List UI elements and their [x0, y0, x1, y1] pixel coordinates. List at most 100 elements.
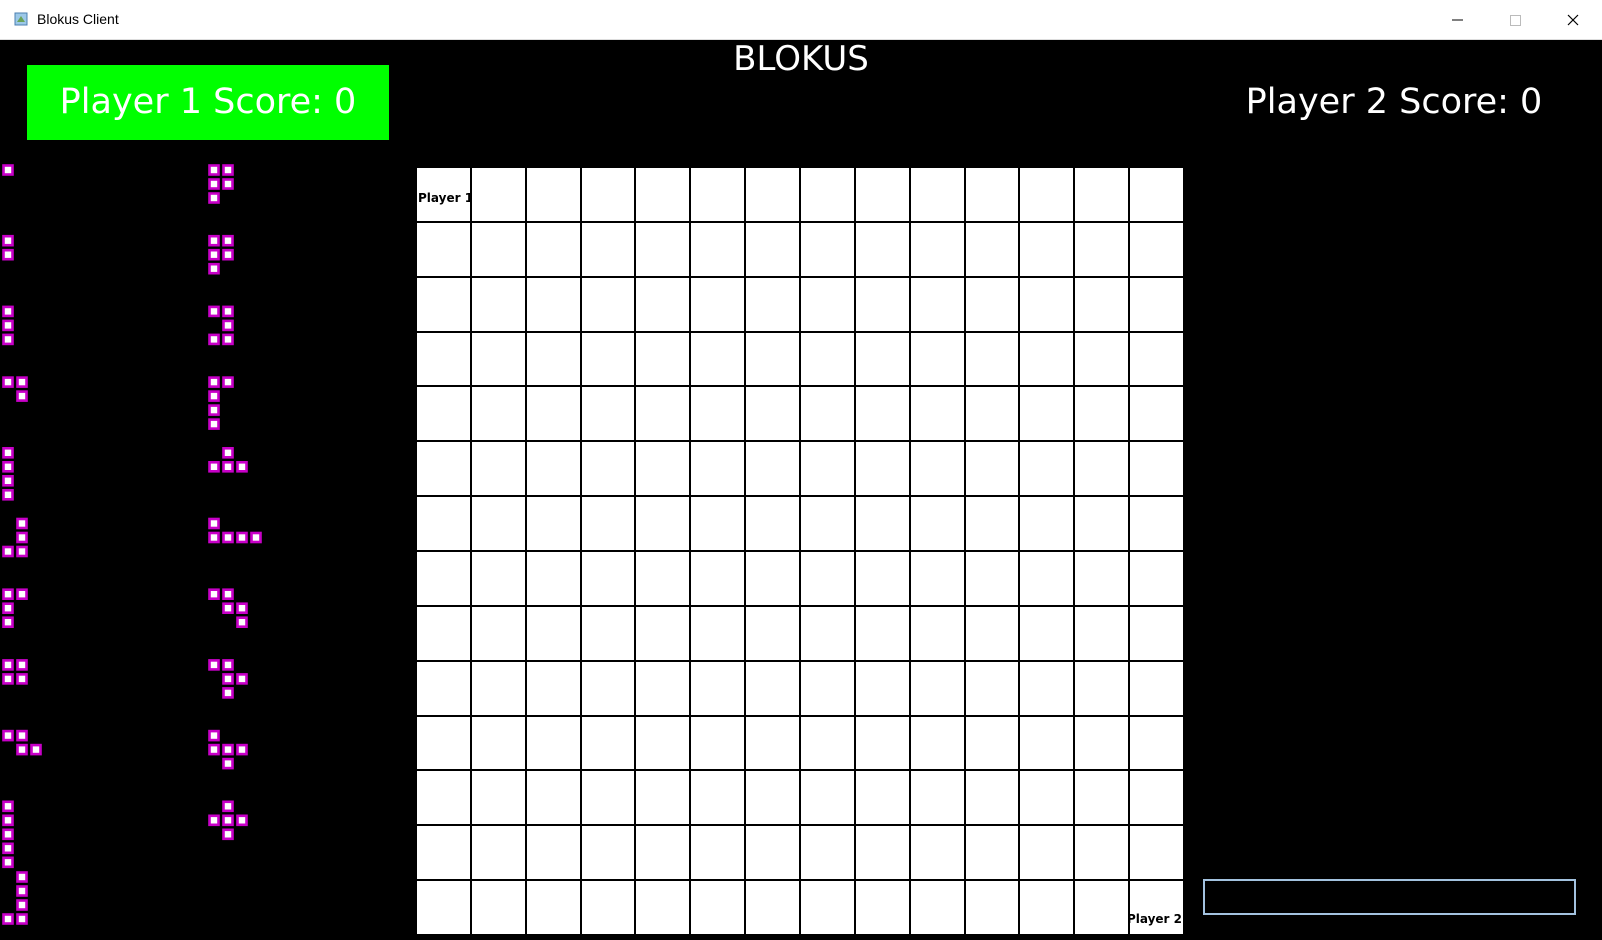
board-cell[interactable] [636, 552, 690, 605]
piece-square[interactable] [236, 814, 248, 827]
piece-square[interactable] [2, 319, 14, 332]
board-cell[interactable] [1020, 771, 1074, 825]
board-cell[interactable] [636, 881, 690, 934]
piece-square[interactable] [16, 376, 28, 388]
piece[interactable] [208, 164, 234, 204]
board-cell[interactable] [526, 826, 580, 880]
board-cell[interactable] [1020, 497, 1074, 550]
board-cell[interactable] [636, 661, 690, 715]
piece[interactable] [208, 800, 248, 841]
board-cell[interactable] [691, 881, 745, 934]
piece-square[interactable] [236, 531, 248, 544]
board-cell[interactable] [581, 277, 635, 331]
piece[interactable] [2, 376, 28, 402]
board-cell[interactable] [691, 552, 745, 605]
piece-square[interactable] [208, 376, 220, 388]
piece-square[interactable] [208, 814, 220, 827]
board-cell[interactable] [471, 387, 525, 441]
board-cell[interactable] [910, 497, 964, 550]
board-cell[interactable] [691, 826, 745, 880]
piece-square[interactable] [2, 164, 14, 176]
board-cell[interactable] [965, 661, 1019, 715]
board-cell[interactable] [1075, 661, 1129, 715]
board-cell[interactable] [1130, 222, 1183, 276]
board-cell[interactable] [801, 606, 854, 660]
board-cell[interactable] [417, 661, 470, 715]
board-cell[interactable] [746, 552, 799, 605]
board-cell[interactable] [417, 826, 470, 880]
piece-square[interactable] [222, 687, 234, 699]
piece-square[interactable] [16, 673, 28, 685]
board-cell[interactable] [526, 222, 580, 276]
piece-square[interactable] [208, 460, 220, 473]
board-cell[interactable] [746, 771, 799, 825]
board-cell[interactable] [910, 826, 964, 880]
board-cell[interactable] [526, 497, 580, 550]
board-cell[interactable] [801, 881, 854, 934]
board-cell[interactable] [746, 661, 799, 715]
board-cell[interactable] [801, 222, 854, 276]
board-cell[interactable] [471, 881, 525, 934]
piece-square[interactable] [2, 234, 14, 247]
board-cell[interactable] [965, 606, 1019, 660]
piece-square[interactable] [2, 305, 14, 318]
piece-square[interactable] [16, 390, 28, 402]
board-cell[interactable] [1020, 168, 1074, 221]
board-cell[interactable] [855, 771, 909, 825]
board-cell[interactable] [636, 497, 690, 550]
board-cell[interactable] [526, 661, 580, 715]
piece-square[interactable] [16, 899, 28, 911]
piece-square[interactable] [16, 913, 28, 925]
board-cell[interactable] [417, 222, 470, 276]
board-cell[interactable] [417, 606, 470, 660]
board-cell[interactable] [1075, 442, 1129, 496]
piece-square[interactable] [222, 178, 234, 190]
piece-square[interactable] [222, 743, 234, 756]
piece-square[interactable] [236, 602, 248, 615]
board-cell[interactable] [417, 442, 470, 496]
board-cell[interactable] [691, 332, 745, 386]
board-cell[interactable] [636, 606, 690, 660]
board-cell[interactable] [801, 716, 854, 770]
board-cell[interactable] [636, 168, 690, 221]
board-cell[interactable] [636, 222, 690, 276]
board-cell[interactable] [471, 442, 525, 496]
board-cell[interactable] [691, 442, 745, 496]
board-cell[interactable] [855, 277, 909, 331]
board-cell[interactable] [855, 497, 909, 550]
board-cell[interactable] [636, 771, 690, 825]
board-cell[interactable] [855, 168, 909, 221]
board-cell[interactable] [1130, 168, 1183, 221]
piece[interactable] [2, 446, 14, 501]
piece-square[interactable] [2, 333, 14, 346]
piece-square[interactable] [222, 673, 234, 685]
board-cell[interactable] [801, 771, 854, 825]
board-cell[interactable] [526, 168, 580, 221]
piece-square[interactable] [2, 673, 14, 685]
board-cell[interactable] [1075, 497, 1129, 550]
board-cell[interactable] [746, 497, 799, 550]
minimize-button[interactable] [1428, 0, 1486, 40]
board-cell[interactable] [1075, 716, 1129, 770]
piece-square[interactable] [208, 588, 220, 601]
piece-square[interactable] [236, 616, 248, 629]
board-cell[interactable] [801, 552, 854, 605]
piece-square[interactable] [2, 659, 14, 671]
piece-square[interactable] [208, 404, 220, 416]
piece-square[interactable] [30, 743, 42, 756]
board-cell[interactable] [417, 716, 470, 770]
board-cell[interactable] [855, 716, 909, 770]
close-button[interactable] [1544, 0, 1602, 40]
board-cell[interactable] [691, 222, 745, 276]
board-cell[interactable] [581, 661, 635, 715]
board-cell[interactable] [910, 332, 964, 386]
piece-square[interactable] [208, 659, 220, 671]
board-cell[interactable] [636, 387, 690, 441]
board-cell[interactable] [636, 716, 690, 770]
board-cell[interactable] [471, 661, 525, 715]
board-cell[interactable] [1075, 826, 1129, 880]
board-cell[interactable] [1130, 826, 1183, 880]
piece-square[interactable] [222, 460, 234, 473]
board-cell[interactable] [801, 277, 854, 331]
board-cell[interactable] [526, 387, 580, 441]
